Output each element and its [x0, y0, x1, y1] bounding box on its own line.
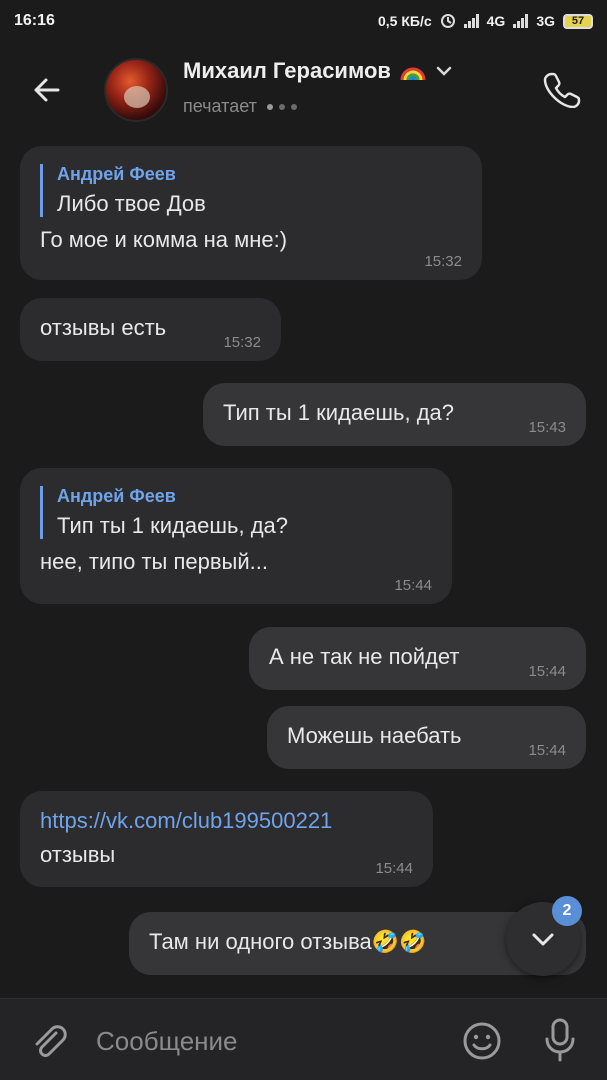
- message-in[interactable]: отзывы есть 15:32: [20, 298, 281, 361]
- message-in[interactable]: https://vk.com/club199500221 отзывы 15:4…: [20, 791, 433, 887]
- message-out[interactable]: Можешь наебать 15:44: [267, 706, 586, 769]
- message-time: 15:43: [528, 419, 566, 436]
- contact-name: Михаил Герасимов: [183, 58, 391, 83]
- laughing-emoji: 🤣🤣: [371, 929, 427, 954]
- phone-icon[interactable]: [543, 68, 583, 108]
- message-time: 15:44: [394, 577, 432, 594]
- reply-author: Андрей Феев: [57, 164, 176, 184]
- unread-badge: 2: [552, 896, 582, 926]
- message-time: 15:32: [424, 253, 462, 270]
- message-text: Там ни одного отзыва: [149, 929, 372, 954]
- message-out[interactable]: Тип ты 1 кидаешь, да? 15:43: [203, 383, 586, 446]
- typing-dots-icon: [266, 103, 297, 110]
- message-text: А не так не пойдет: [269, 644, 460, 669]
- status-indicators: 0,5 КБ/с 4G 3G 57: [378, 13, 593, 29]
- battery-icon: 57: [563, 13, 593, 29]
- avatar[interactable]: [104, 58, 168, 122]
- typing-status: печатает: [183, 96, 297, 117]
- message-text: нее, типо ты первый...: [40, 549, 268, 574]
- reply-text: Либо твое Дов: [57, 191, 206, 216]
- emoji-icon[interactable]: [460, 1019, 504, 1063]
- rainbow-emoji: [400, 67, 426, 81]
- signal-icon-1: [463, 14, 479, 28]
- message-composer: Сообщение: [0, 998, 607, 1080]
- reply-quote[interactable]: Андрей Феев Тип ты 1 кидаешь, да?: [40, 486, 432, 539]
- network-type-1: 4G: [486, 13, 506, 29]
- chat-header: Михаил Герасимов печатает: [0, 42, 607, 138]
- message-text: Го мое и комма на мне:): [40, 227, 288, 252]
- attach-icon[interactable]: [28, 1021, 68, 1061]
- message-link[interactable]: https://vk.com/club199500221: [40, 808, 413, 834]
- chevron-down-icon[interactable]: [435, 62, 453, 80]
- alarm-icon: [440, 14, 455, 28]
- signal-icon-2: [513, 14, 529, 28]
- reply-author: Андрей Феев: [57, 486, 176, 506]
- status-bar: 16:16 0,5 КБ/с 4G 3G 57: [0, 0, 607, 42]
- back-arrow-icon[interactable]: [28, 72, 64, 108]
- message-in[interactable]: Андрей Феев Тип ты 1 кидаешь, да? нее, т…: [20, 468, 452, 604]
- message-text: отзывы: [40, 842, 116, 867]
- reply-text: Тип ты 1 кидаешь, да?: [57, 513, 288, 538]
- network-type-2: 3G: [536, 13, 555, 29]
- message-out[interactable]: А не так не пойдет 15:44: [249, 627, 586, 690]
- reply-quote[interactable]: Андрей Феев Либо твое Дов: [40, 164, 462, 217]
- message-text: Можешь наебать: [287, 723, 462, 748]
- message-text: Тип ты 1 кидаешь, да?: [223, 400, 454, 425]
- message-time: 15:44: [528, 742, 566, 759]
- typing-label: печатает: [183, 96, 257, 116]
- message-time: 15:44: [375, 860, 413, 877]
- network-speed: 0,5 КБ/с: [377, 13, 432, 29]
- status-time: 16:16: [14, 12, 55, 29]
- message-in[interactable]: Андрей Феев Либо твое Дов Го мое и комма…: [20, 146, 482, 280]
- contact-title[interactable]: Михаил Герасимов: [183, 58, 453, 84]
- message-time: 15:44: [528, 663, 566, 680]
- message-time: 15:32: [223, 334, 261, 351]
- message-list[interactable]: Андрей Феев Либо твое Дов Го мое и комма…: [0, 138, 607, 998]
- chevron-down-icon: [532, 933, 554, 946]
- message-input[interactable]: Сообщение: [96, 1026, 238, 1057]
- microphone-icon[interactable]: [540, 1017, 580, 1063]
